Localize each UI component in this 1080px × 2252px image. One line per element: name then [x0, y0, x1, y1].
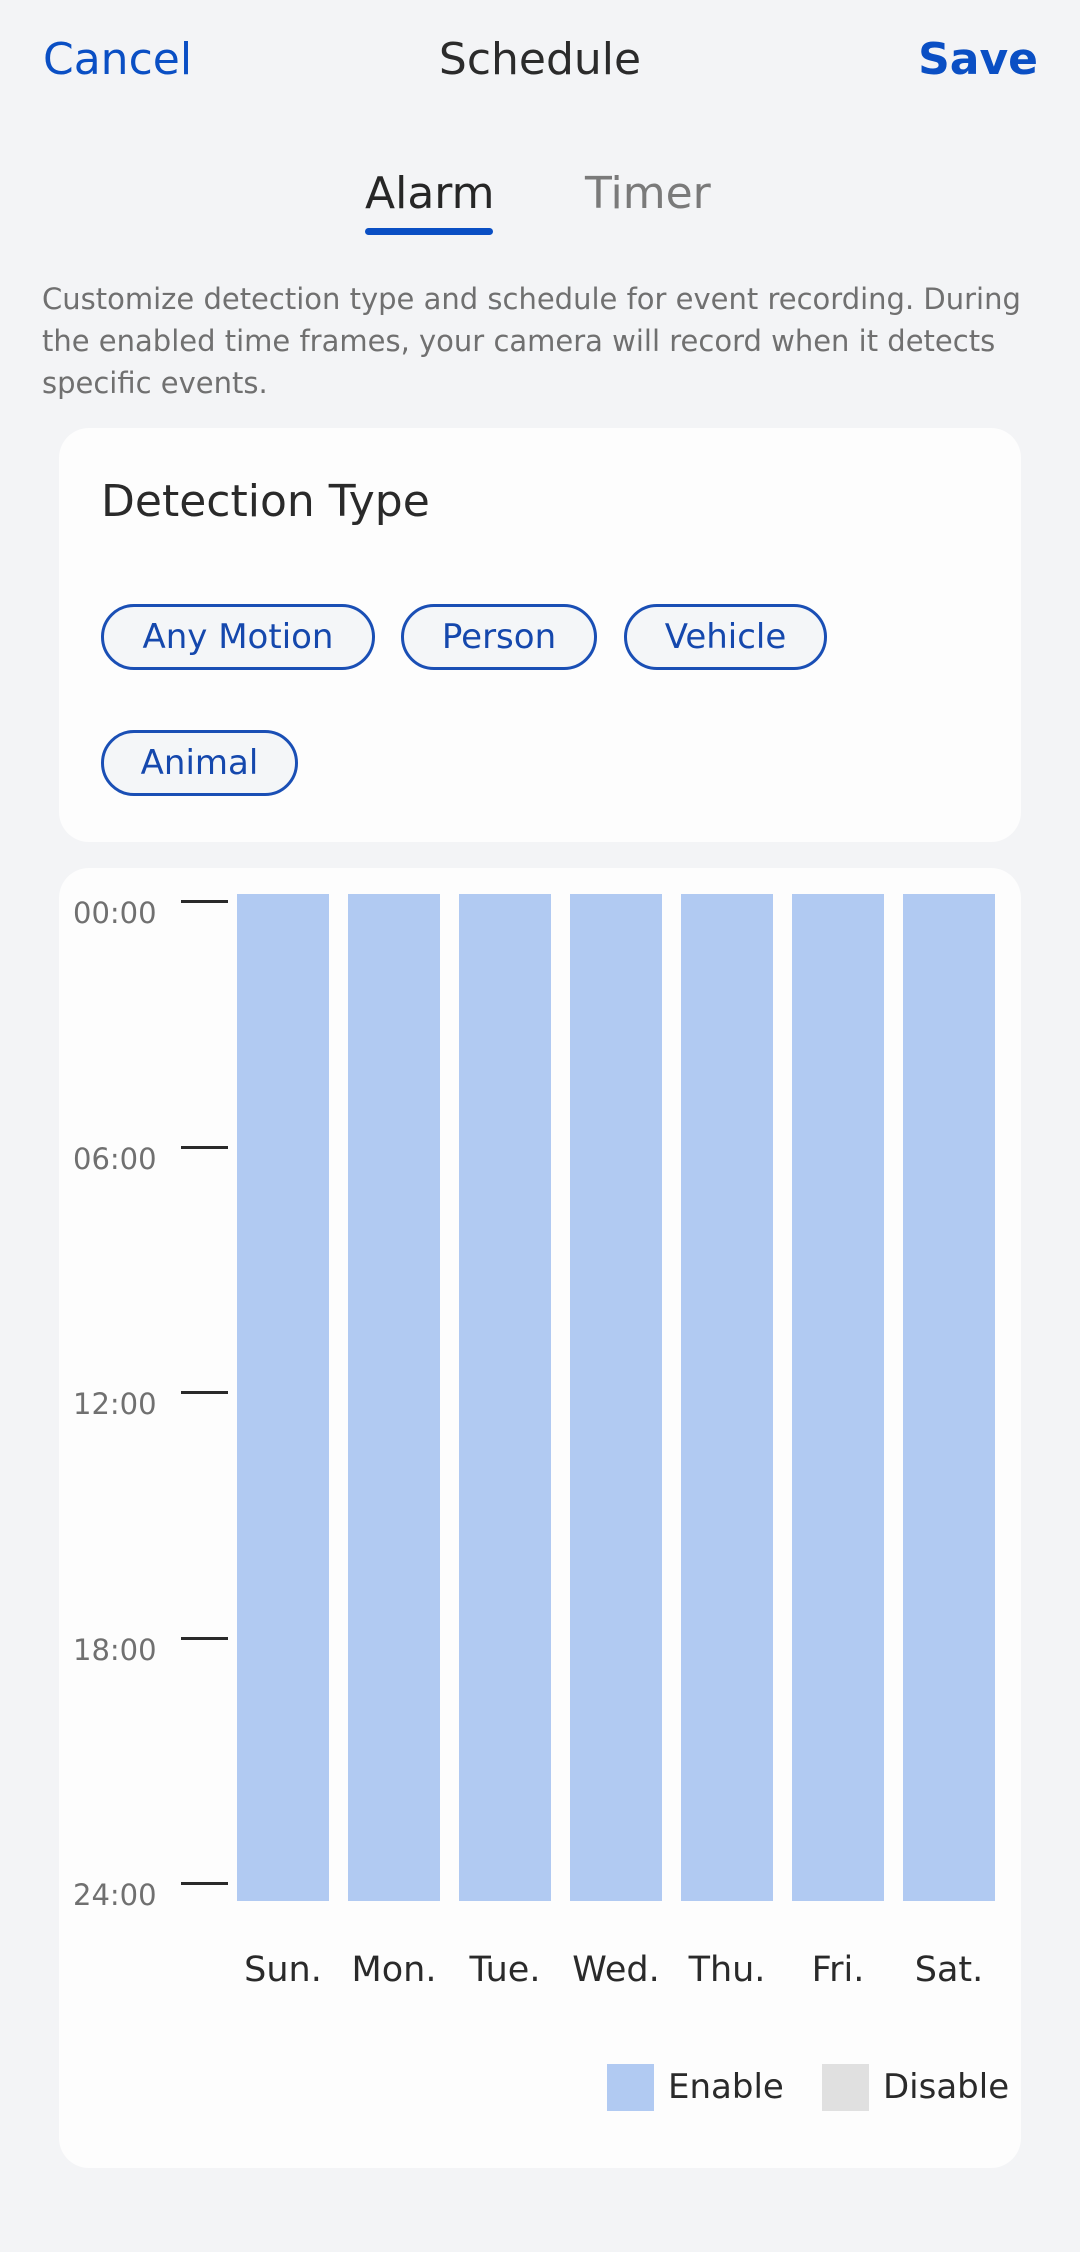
legend-label-disable: Disable	[883, 2067, 1010, 2107]
schedule-bar-thu[interactable]	[681, 894, 773, 1901]
y-tick-mark	[181, 900, 228, 903]
y-tick-mark	[181, 1391, 228, 1394]
y-tick-label: 18:00	[73, 1632, 157, 1667]
legend-label-enable: Enable	[668, 2067, 784, 2107]
active-tab-indicator	[365, 228, 493, 235]
y-tick-mark	[181, 1145, 228, 1149]
save-button[interactable]: Save	[918, 30, 1038, 90]
y-tick-label: 00:00	[73, 896, 157, 930]
schedule-chart: 00:00 06:00 12:00 18:00 24:00 Sun. Mon. Tue. We…	[59, 868, 1021, 2168]
tab-alarm[interactable]: Alarm	[365, 164, 494, 224]
schedule-bar-mon[interactable]	[348, 894, 440, 1901]
y-tick-label: 24:00	[73, 1878, 157, 1912]
y-tick-label: 06:00	[73, 1141, 157, 1176]
tab-timer[interactable]: Timer	[585, 164, 711, 224]
legend-swatch-disable	[822, 2064, 869, 2111]
schedule-bar-sat[interactable]	[903, 894, 995, 1901]
x-tick-label: Sat.	[914, 1950, 984, 1990]
chip-person[interactable]: Person	[401, 604, 597, 670]
schedule-bar-fri[interactable]	[792, 894, 884, 1901]
chip-vehicle[interactable]: Vehicle	[624, 604, 827, 670]
schedule-bar-wed[interactable]	[570, 894, 662, 1901]
chip-animal[interactable]: Animal	[101, 730, 298, 796]
y-tick-label: 12:00	[73, 1387, 157, 1421]
y-tick-mark	[181, 1882, 228, 1885]
description-text: Customize detection type and schedule fo…	[42, 282, 1021, 400]
schedule-bar-sun[interactable]	[237, 894, 329, 1901]
schedule-bar-tue[interactable]	[459, 894, 551, 1901]
y-tick-mark	[181, 1636, 228, 1640]
detection-type-card: Detection Type Any Motion Person Vehicle…	[59, 428, 1021, 842]
legend-swatch-enable	[607, 2064, 654, 2111]
chip-any-motion[interactable]: Any Motion	[101, 604, 375, 670]
detection-type-title: Detection Type	[101, 476, 430, 527]
